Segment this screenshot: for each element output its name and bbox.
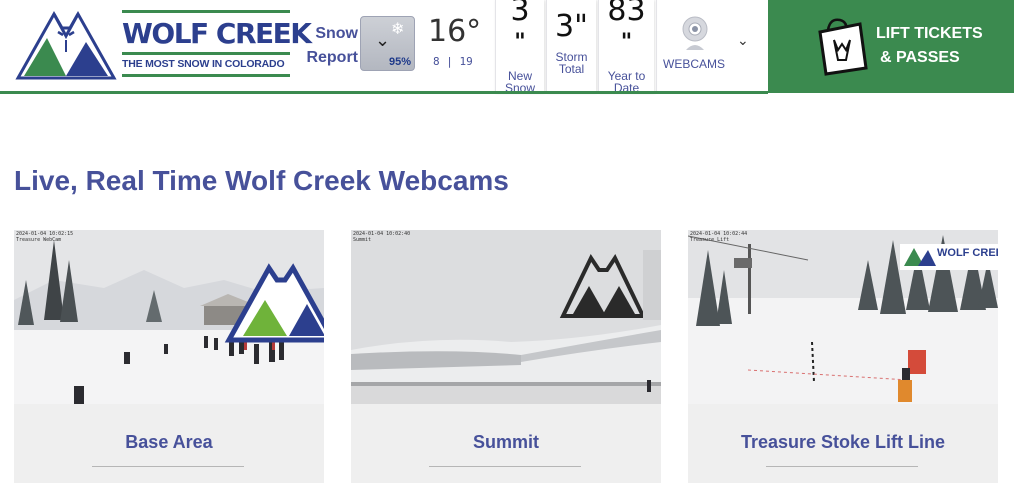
webcam-timestamp: 2024-01-04 10:02:15 Treasure WebCam — [16, 231, 73, 243]
snow-report-line2: Report — [306, 49, 358, 66]
webcam-title[interactable]: Treasure Stoke Lift Line — [688, 432, 998, 453]
stat-label: Total — [558, 62, 585, 76]
webcams-label: WEBCAMS — [663, 57, 726, 71]
stat-value: 3" — [555, 9, 588, 44]
logo-rule-top — [122, 10, 290, 13]
logo-rule-middle — [122, 52, 290, 55]
logo-tagline: THE MOST SNOW IN COLORADO — [122, 58, 285, 70]
stat-unit: " — [514, 30, 526, 55]
ticket-bag-icon — [818, 18, 868, 76]
stat-year-to-date: 83 " Year to Date — [598, 0, 654, 93]
webcam-image-graphic — [351, 230, 661, 404]
webcam-title[interactable]: Summit — [351, 432, 661, 453]
lift-tickets-line2: & PASSES — [880, 49, 960, 66]
snow-report-link[interactable]: Snow Report — [300, 22, 358, 70]
webcam-timestamp-name: Treasure WebCam — [16, 237, 62, 243]
webcam-image[interactable]: 2024-01-04 10:02:44 Treasure Lift WOLF C… — [688, 230, 998, 404]
lift-tickets-label: LIFT TICKETS & PASSES — [876, 22, 1006, 70]
stat-unit: " — [620, 30, 633, 55]
snowflake-icon: ❄ — [391, 21, 405, 38]
stat-value: 83 — [607, 0, 646, 28]
webcam-timestamp: 2024-01-04 10:02:44 Treasure Lift — [690, 231, 747, 243]
webcam-image[interactable]: 2024-01-04 10:02:40 Summit — [351, 230, 661, 404]
lift-tickets-line1: LIFT TICKETS — [876, 25, 983, 42]
snow-report-line1: Snow — [315, 25, 358, 42]
logo-wordmark: WOLF CREEK THE MOST SNOW IN COLORADO — [122, 10, 312, 77]
logo-rule-bottom — [122, 74, 290, 77]
stat-value: 3 — [510, 0, 530, 28]
webcams-menu[interactable]: WEBCAMS ⌄ — [656, 0, 768, 93]
webcam-title-underline — [92, 466, 244, 467]
webcam-icon — [682, 16, 708, 50]
current-temperature: 16° — [428, 14, 482, 49]
webcam-image-graphic — [14, 230, 324, 404]
webcam-title[interactable]: Base Area — [14, 432, 324, 453]
webcam-title-underline — [429, 466, 581, 467]
temperature-low: 8 — [433, 55, 440, 68]
webcam-timestamp-name: Summit — [353, 237, 372, 243]
site-header: WOLF CREEK THE MOST SNOW IN COLORADO Sno… — [0, 0, 1014, 94]
webcam-card-base-area[interactable]: 2024-01-04 10:02:15 Treasure WebCam Base… — [14, 230, 324, 483]
wolf-creek-logo[interactable]: WOLF CREEK THE MOST SNOW IN COLORADO — [14, 8, 312, 80]
webcam-card-treasure-stoke[interactable]: 2024-01-04 10:02:44 Treasure Lift WOLF C… — [688, 230, 998, 483]
temperature-high: 19 — [459, 55, 473, 68]
webcam-image[interactable]: 2024-01-04 10:02:15 Treasure WebCam — [14, 230, 324, 404]
lift-tickets-button[interactable]: LIFT TICKETS & PASSES — [768, 0, 1014, 93]
wolf-logo-icon — [15, 10, 117, 80]
stat-new-snow: 3 " New Snow — [495, 0, 544, 93]
page-title: Live, Real Time Wolf Creek Webcams — [14, 165, 509, 196]
header-divider — [0, 91, 768, 94]
webcam-timestamp-name: Treasure Lift — [690, 237, 730, 243]
temperature-low-high: 8 | 19 — [433, 55, 483, 68]
weather-forecast-toggle[interactable]: ⌄ ❄ 95% — [360, 16, 415, 71]
chevron-down-icon: ⌄ — [737, 32, 749, 48]
webcam-overlay-logo-text: WOLF CREEK — [937, 247, 998, 259]
webcam-card-summit[interactable]: 2024-01-04 10:02:40 Summit Summit — [351, 230, 661, 483]
snow-chance: 95% — [388, 56, 411, 68]
chevron-down-icon: ⌄ — [375, 30, 391, 50]
logo-title: WOLF CREEK — [122, 17, 312, 50]
webcam-timestamp: 2024-01-04 10:02:40 Summit — [353, 231, 410, 243]
stat-storm-total: 3" Storm Total — [546, 0, 596, 93]
webcam-title-underline — [766, 466, 918, 467]
temperature-separator: | — [446, 55, 453, 68]
